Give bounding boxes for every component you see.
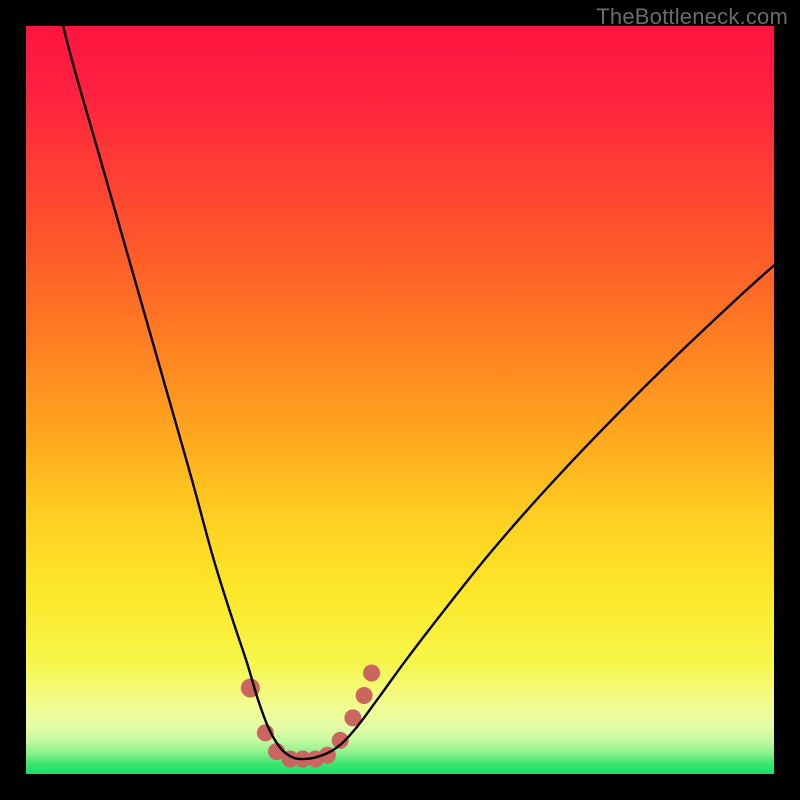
curve-marker (364, 665, 380, 681)
curve-marker (356, 687, 372, 703)
watermark-text: TheBottleneck.com (596, 4, 788, 30)
curve-layer (26, 26, 774, 774)
plot-area (26, 26, 774, 774)
marker-group (241, 665, 379, 767)
chart-frame: TheBottleneck.com (0, 0, 800, 800)
bottleneck-curve (48, 26, 774, 759)
